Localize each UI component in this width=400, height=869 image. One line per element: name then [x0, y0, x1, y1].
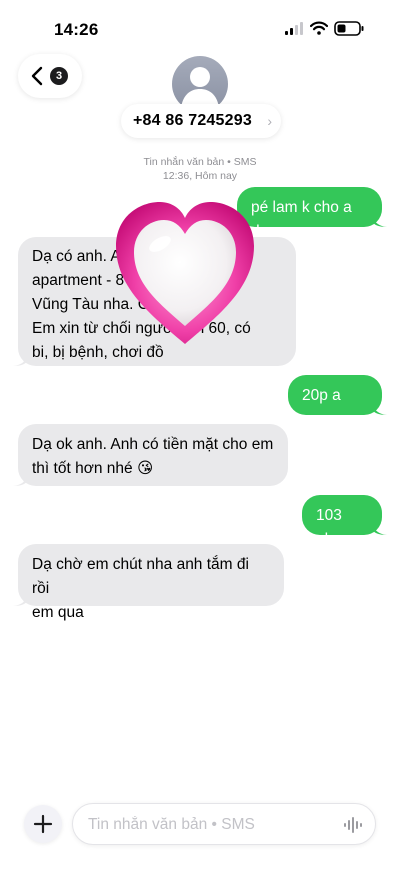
message-text: Dạ ok anh. Anh có tiền mặt cho em thì tố… [32, 436, 274, 477]
bubble-tail [373, 401, 387, 415]
message-compose-field[interactable] [72, 803, 376, 845]
thread-channel-label: Tin nhắn văn bản • SMS [143, 156, 257, 168]
message-bubble-incoming[interactable]: Dạ chờ em chút nha anh tắm đi rồi em qua [13, 544, 284, 621]
message-text: 20p a qua [302, 387, 341, 428]
message-bubble-outgoing[interactable]: 20p a qua [288, 375, 387, 428]
chevron-right-icon: › [267, 113, 272, 129]
message-bubble-incoming[interactable]: Dạ ok anh. Anh có tiền mặt cho em thì tố… [13, 424, 288, 486]
add-attachment-button[interactable] [24, 805, 62, 843]
battery-icon [334, 21, 364, 36]
message-input[interactable] [88, 814, 328, 836]
bubble-tail [13, 592, 27, 606]
wifi-icon [310, 21, 328, 35]
back-button[interactable]: 3 [18, 54, 82, 98]
pink-heart-sticker [116, 202, 254, 344]
contact-name: +84 86 7245293 [133, 112, 252, 129]
message-bubble-outgoing[interactable]: 103 nha [302, 495, 387, 548]
bubble-tail [373, 521, 387, 535]
status-time: 14:26 [54, 20, 99, 39]
status-bar: 14:26 [0, 0, 400, 52]
bubble-tail [13, 352, 27, 366]
bubble-tail [13, 472, 27, 486]
message-text: 103 nha [316, 507, 342, 548]
bubble-tail [373, 213, 387, 227]
waveform-icon[interactable] [343, 816, 363, 834]
chevron-left-icon [31, 66, 43, 86]
plus-icon [33, 814, 53, 834]
unread-count-badge: 3 [50, 67, 68, 85]
thread-timestamp: 12:36, Hôm nay [162, 170, 238, 182]
contact-name-button[interactable]: +84 86 7245293 › [121, 104, 281, 138]
message-text: Dạ chờ em chút nha anh tắm đi rồi em qua [32, 556, 249, 621]
message-bubble-outgoing[interactable]: pé lam k cho a dc [237, 187, 387, 240]
cellular-signal-icon [285, 22, 303, 35]
